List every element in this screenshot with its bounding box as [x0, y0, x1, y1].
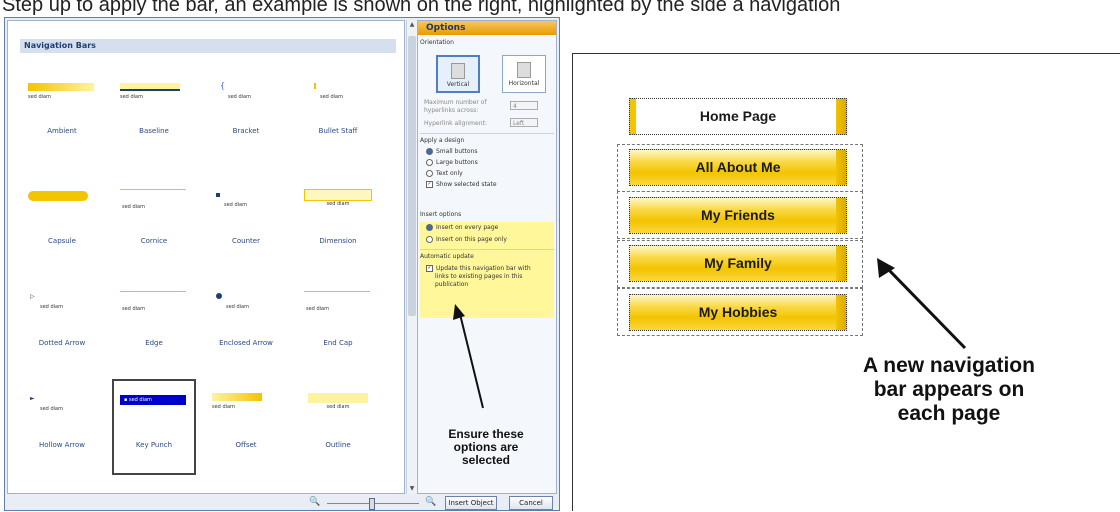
cancel-button[interactable]: Cancel — [509, 496, 553, 510]
zoom-slider-handle[interactable] — [369, 498, 375, 510]
annotation-text: Ensure these options are selected — [441, 428, 531, 467]
zoom-in-icon[interactable]: 🔍 — [425, 497, 436, 507]
caption-arrow — [877, 258, 967, 350]
caption-line-3: each page — [897, 402, 1001, 425]
page-heading: Step up to apply the bar, an example is … — [2, 0, 841, 16]
caption-line-1: A new navigation — [863, 354, 1035, 377]
insert-object-button[interactable]: Insert Object — [445, 496, 497, 510]
dialog-bottom-bar: 🔍 🔍 Insert Object Cancel — [5, 496, 559, 510]
annotation-line-3: selected — [461, 453, 511, 467]
preview-caption: A new navigation bar appears on each pag… — [823, 354, 1075, 426]
zoom-out-icon[interactable]: 🔍 — [309, 497, 320, 507]
navigation-bar-dialog: Navigation Bars sed diam Ambient sed diam B… — [4, 17, 560, 511]
navigation-bar-preview: Home Page All About Me My Friends My Fam… — [572, 53, 1120, 511]
caption-line-2: bar appears on — [873, 378, 1025, 401]
